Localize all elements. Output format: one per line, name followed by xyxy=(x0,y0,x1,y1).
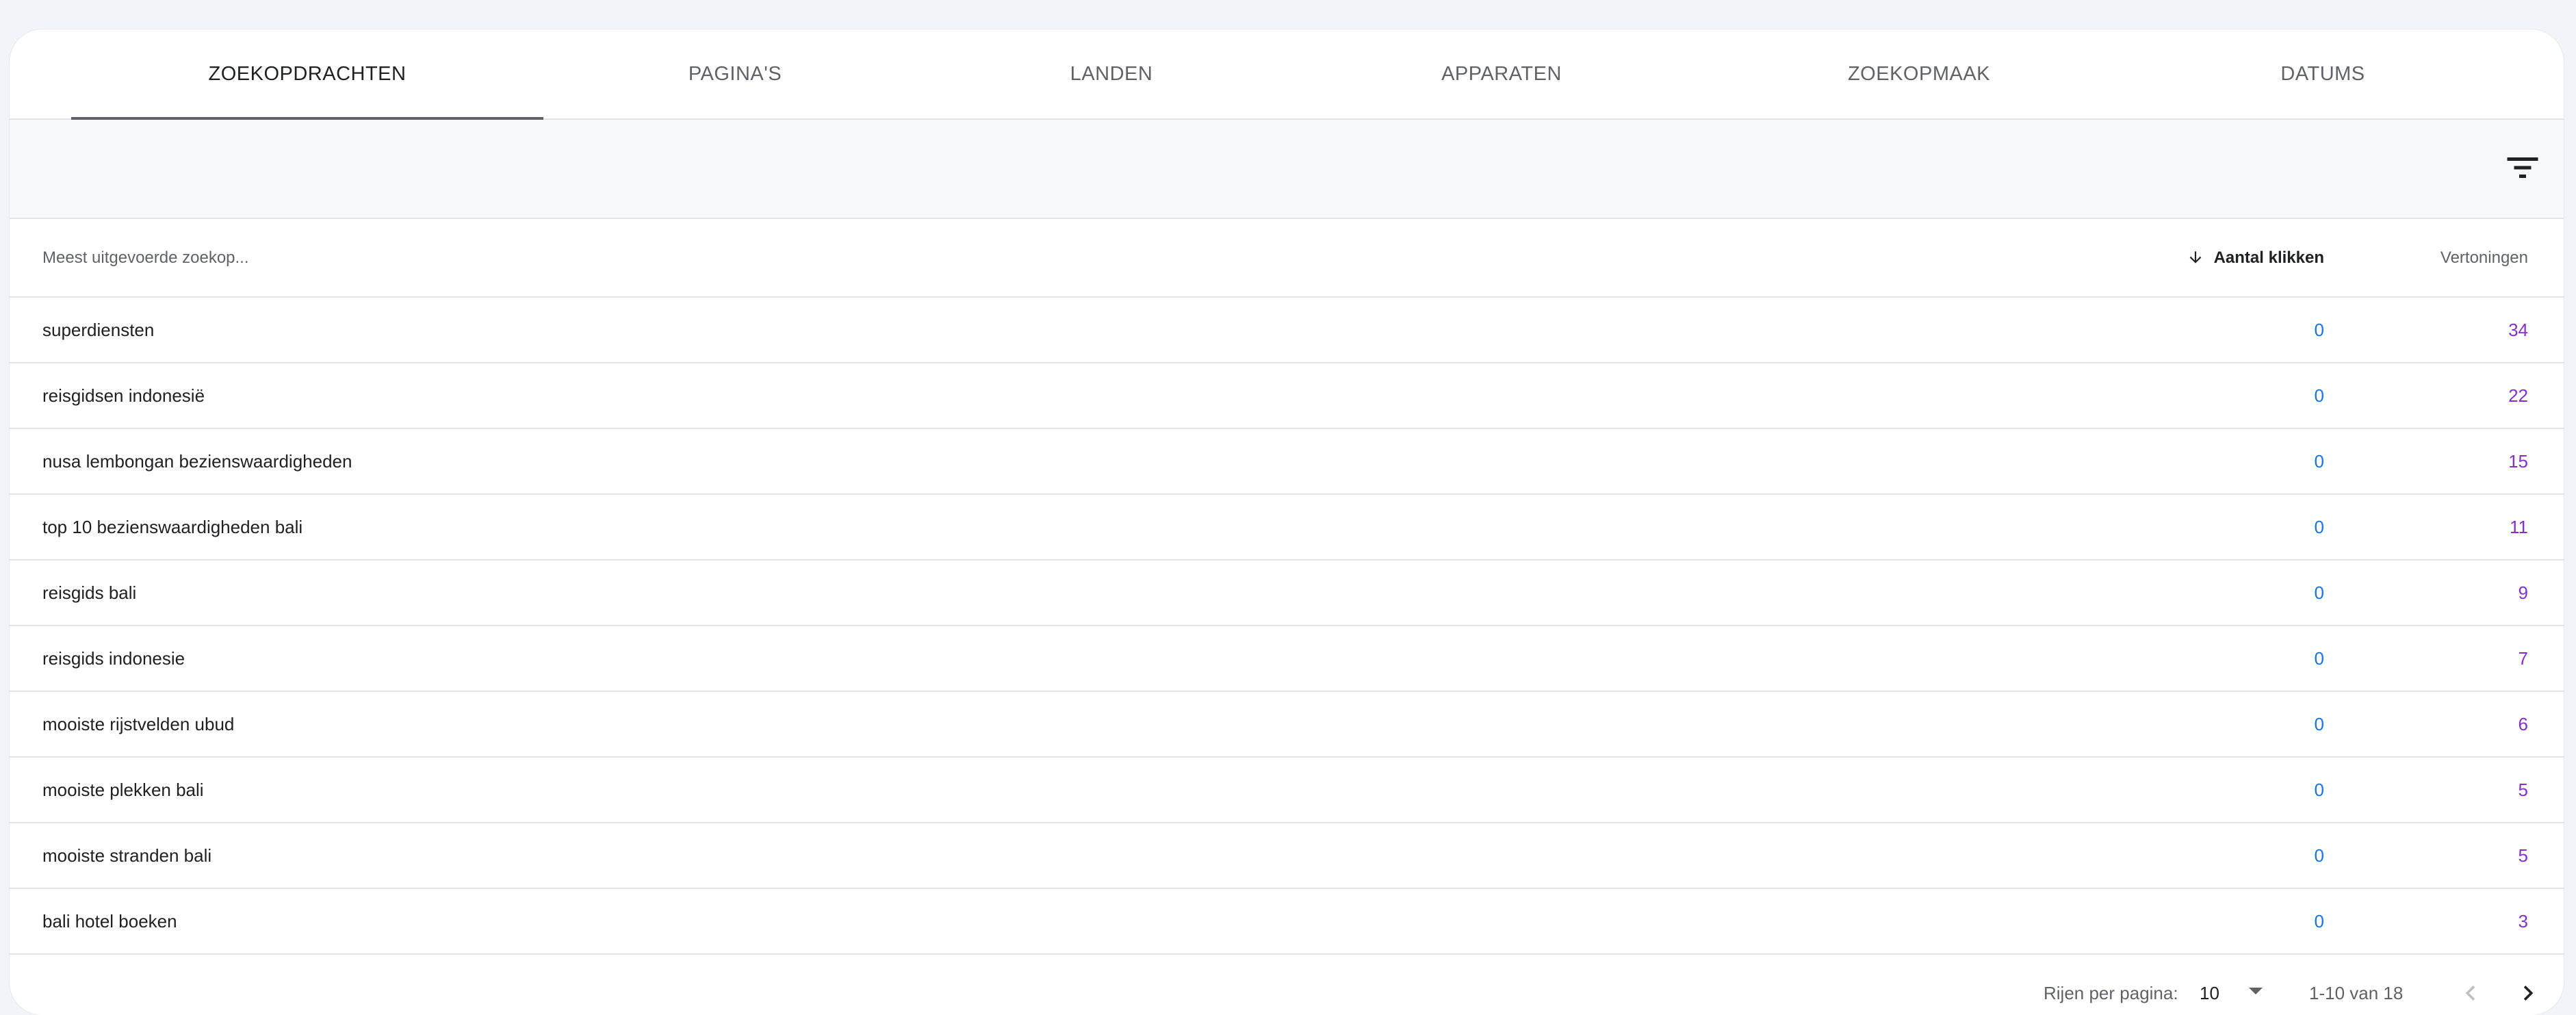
performance-card: ZOEKOPDRACHTEN PAGINA'S LANDEN APPARATEN… xyxy=(10,29,2564,1015)
tab-devices[interactable]: APPARATEN xyxy=(1296,29,1707,118)
tab-bar: ZOEKOPDRACHTEN PAGINA'S LANDEN APPARATEN… xyxy=(10,29,2564,120)
filter-button[interactable] xyxy=(2502,147,2543,188)
table-row[interactable]: nusa lembongan bezienswaardigheden 0 15 xyxy=(10,429,2564,495)
tab-countries[interactable]: LANDEN xyxy=(927,29,1296,118)
query-cell: superdiensten xyxy=(42,320,155,340)
rows-per-page-label: Rijen per pagina: xyxy=(2044,983,2178,1003)
clicks-cell: 0 xyxy=(2314,385,2324,406)
clicks-cell: 0 xyxy=(2314,517,2324,537)
impressions-cell: 7 xyxy=(2518,648,2528,669)
chevron-left-icon xyxy=(2465,986,2475,1001)
impressions-cell: 5 xyxy=(2518,780,2528,800)
clicks-cell: 0 xyxy=(2314,451,2324,472)
previous-page-button[interactable] xyxy=(2456,978,2486,1008)
tab-pages[interactable]: PAGINA'S xyxy=(543,29,927,118)
impressions-cell: 3 xyxy=(2518,911,2528,932)
impressions-cell: 9 xyxy=(2518,582,2528,603)
clicks-cell: 0 xyxy=(2314,714,2324,734)
table-toolbar xyxy=(10,120,2564,219)
dropdown-arrow-icon xyxy=(2249,988,2263,994)
clicks-cell: 0 xyxy=(2314,648,2324,669)
query-cell: bali hotel boeken xyxy=(42,911,177,932)
impressions-cell: 5 xyxy=(2518,845,2528,866)
table-row[interactable]: reisgids indonesie 0 7 xyxy=(10,626,2564,692)
impressions-cell: 11 xyxy=(2510,517,2528,537)
clicks-cell: 0 xyxy=(2314,780,2324,800)
table-body: superdiensten 0 34 reisgidsen indonesië … xyxy=(10,298,2564,955)
clicks-cell: 0 xyxy=(2314,320,2324,340)
column-header-query[interactable]: Meest uitgevoerde zoekop... xyxy=(42,219,249,296)
impressions-cell: 6 xyxy=(2518,714,2528,734)
query-cell: reisgids indonesie xyxy=(42,648,185,669)
query-cell: mooiste rijstvelden ubud xyxy=(42,714,235,734)
pagination-bar: Rijen per pagina: 10 1-10 van 18 xyxy=(10,958,2564,1015)
next-page-button[interactable] xyxy=(2513,978,2543,1008)
impressions-cell: 22 xyxy=(2508,385,2528,406)
rows-per-page-select[interactable]: 10 xyxy=(2200,958,2263,1015)
table-row[interactable]: reisgids bali 0 9 xyxy=(10,561,2564,626)
query-cell: mooiste stranden bali xyxy=(42,845,212,866)
table-row[interactable]: reisgidsen indonesië 0 22 xyxy=(10,363,2564,429)
tab-queries[interactable]: ZOEKOPDRACHTEN xyxy=(71,29,543,120)
table-row[interactable]: top 10 bezienswaardigheden bali 0 11 xyxy=(10,495,2564,561)
filter-list-icon xyxy=(2507,157,2538,178)
rows-per-page-value: 10 xyxy=(2200,983,2219,1003)
column-header-clicks[interactable]: Aantal klikken xyxy=(2187,219,2324,296)
query-cell: reisgidsen indonesië xyxy=(42,385,205,406)
table-row[interactable]: mooiste rijstvelden ubud 0 6 xyxy=(10,692,2564,758)
query-cell: mooiste plekken bali xyxy=(42,780,204,800)
table-row[interactable]: mooiste plekken bali 0 5 xyxy=(10,758,2564,823)
tab-search-appearance[interactable]: ZOEKOPMAAK xyxy=(1707,29,2131,118)
arrow-down-icon xyxy=(2189,250,2201,264)
tab-dates[interactable]: DATUMS xyxy=(2131,29,2514,118)
clicks-cell: 0 xyxy=(2314,845,2324,866)
query-cell: reisgids bali xyxy=(42,582,137,603)
pagination-range: 1-10 van 18 xyxy=(2309,983,2404,1003)
column-header-impressions[interactable]: Vertoningen xyxy=(2440,219,2528,296)
impressions-cell: 34 xyxy=(2508,320,2528,340)
query-cell: top 10 bezienswaardigheden bali xyxy=(42,517,303,537)
clicks-header-label: Aantal klikken xyxy=(2213,248,2324,267)
clicks-cell: 0 xyxy=(2314,911,2324,932)
chevron-right-icon xyxy=(2523,986,2534,1001)
table-row[interactable]: superdiensten 0 34 xyxy=(10,298,2564,363)
clicks-cell: 0 xyxy=(2314,582,2324,603)
table-header: Meest uitgevoerde zoekop... Aantal klikk… xyxy=(10,219,2564,298)
table-row[interactable]: mooiste stranden bali 0 5 xyxy=(10,823,2564,889)
query-cell: nusa lembongan bezienswaardigheden xyxy=(42,451,352,472)
impressions-cell: 15 xyxy=(2508,451,2528,472)
table-row[interactable]: bali hotel boeken 0 3 xyxy=(10,889,2564,955)
